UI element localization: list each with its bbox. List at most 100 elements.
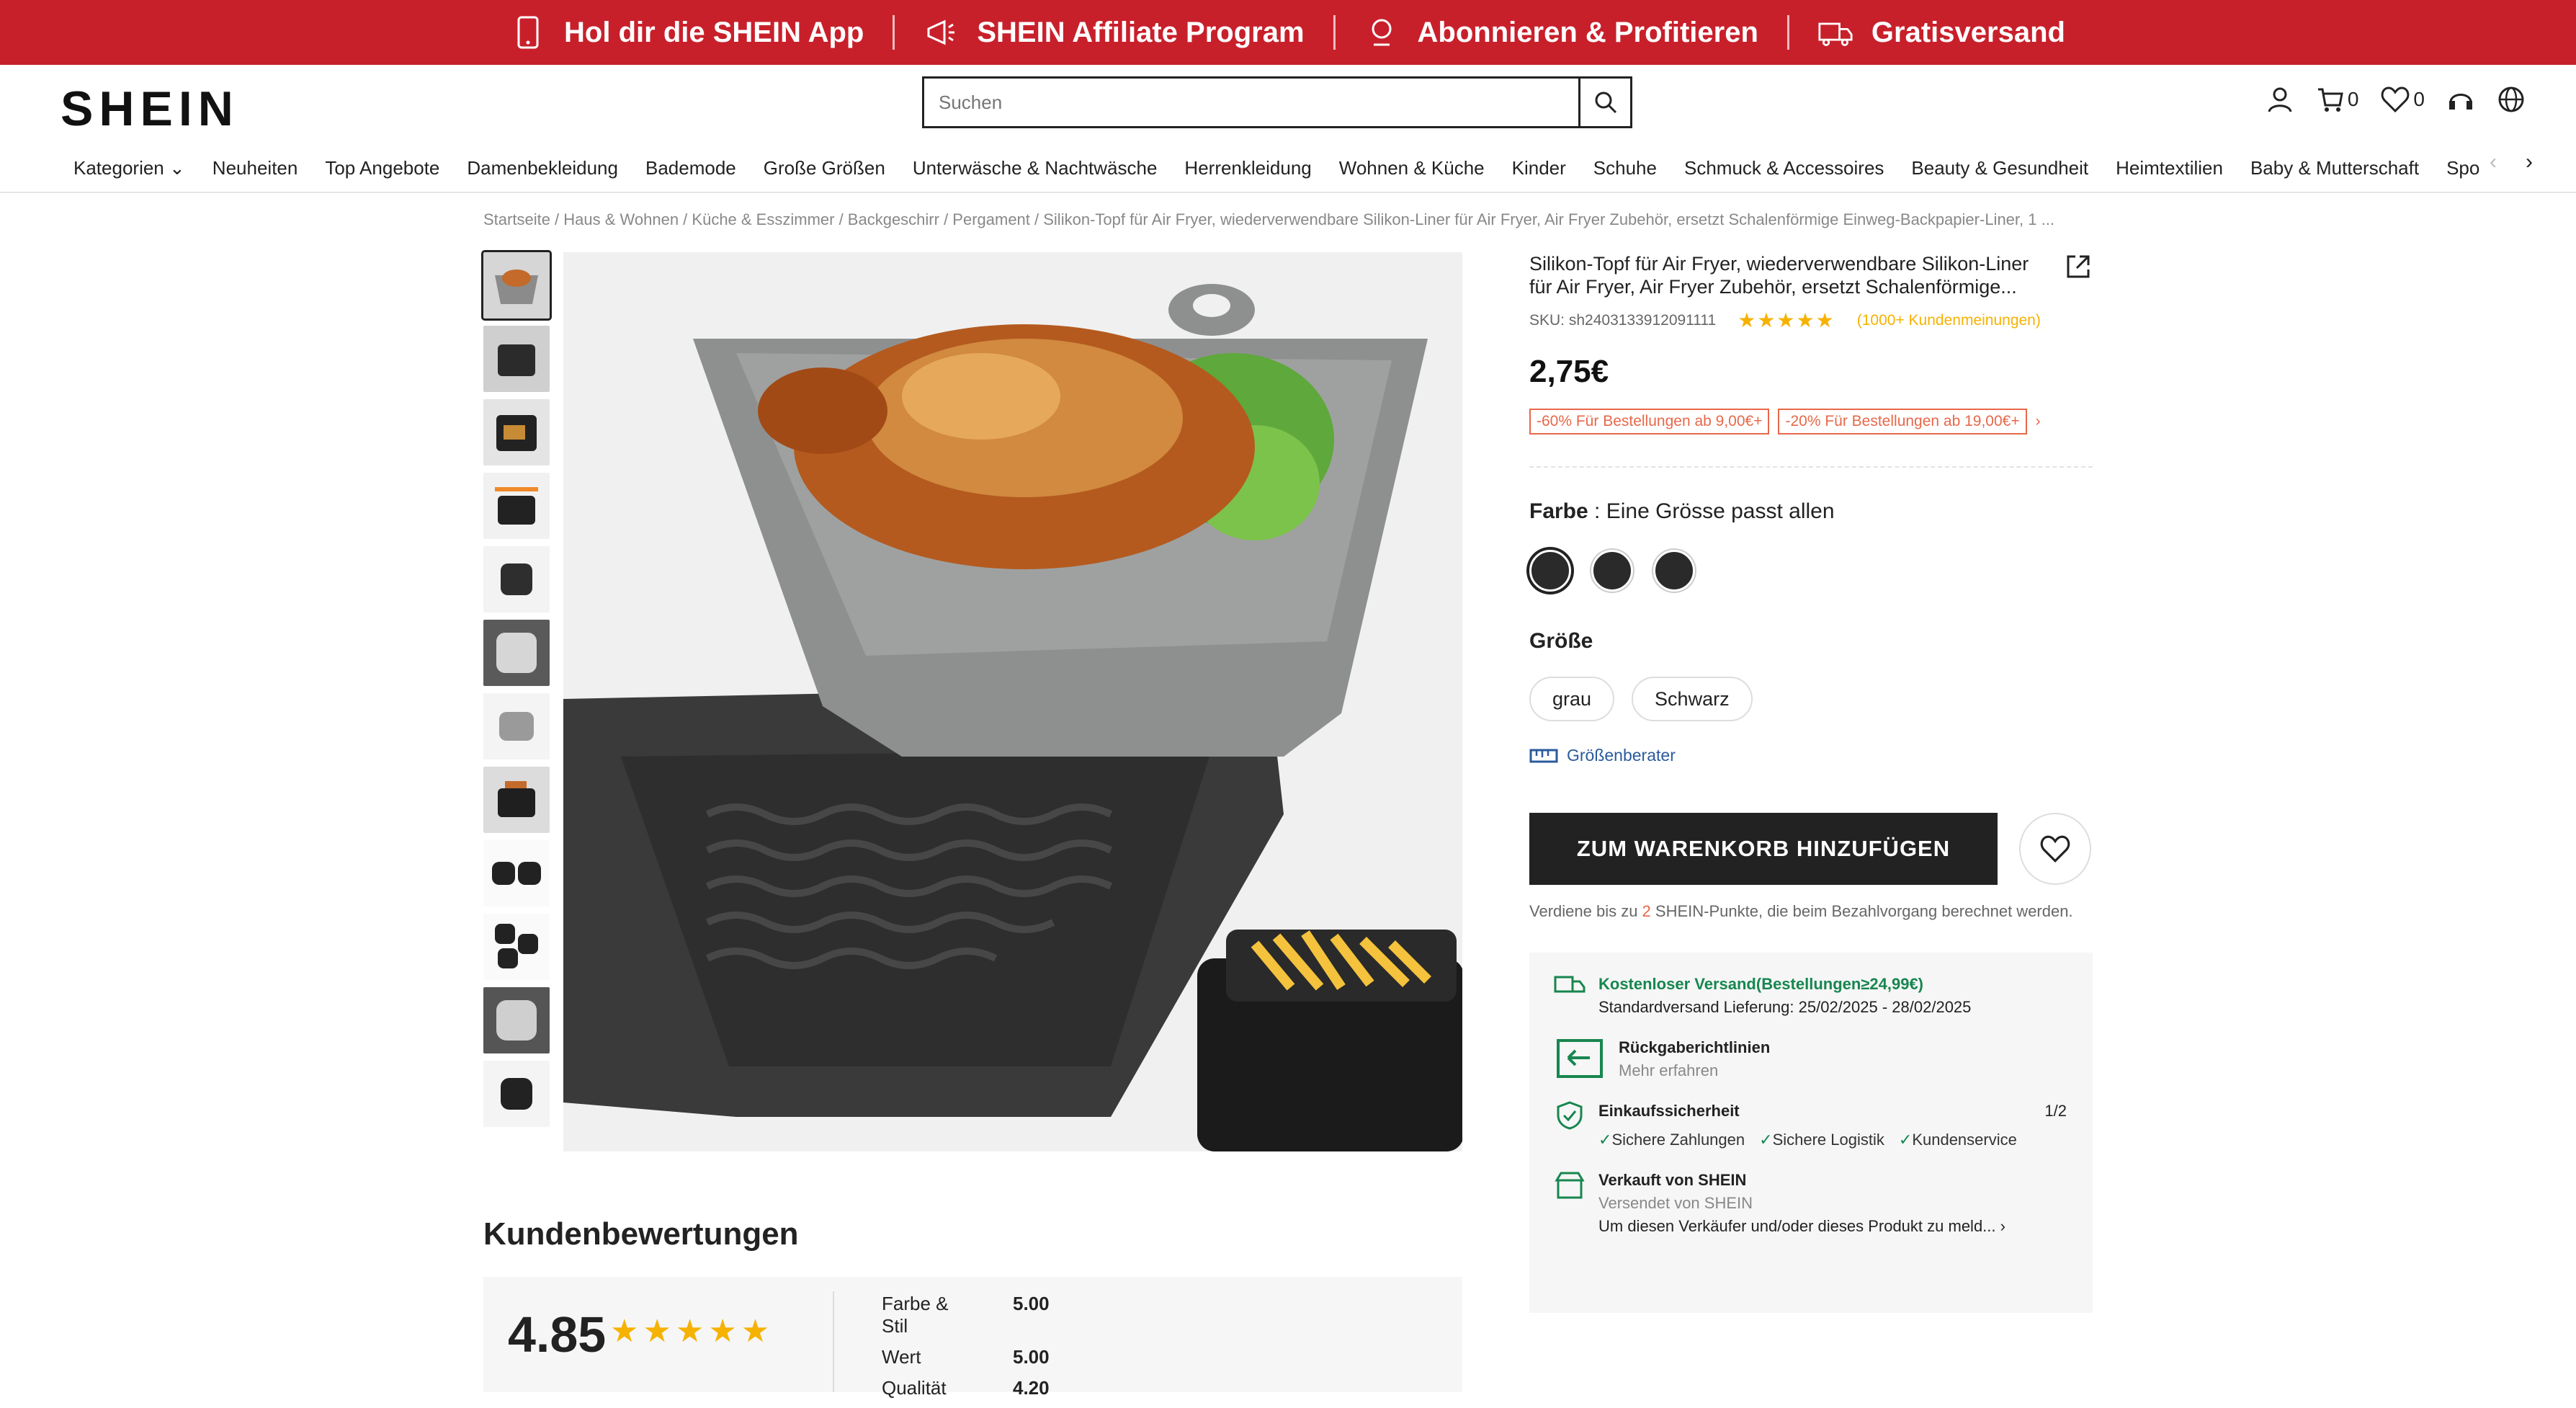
thumbnail[interactable] <box>483 473 550 539</box>
nav-item[interactable]: Heimtextilien <box>2116 157 2223 179</box>
reviews-link[interactable]: (1000+ Kundenmeinungen) <box>1857 312 2041 329</box>
nav-item[interactable]: Schuhe <box>1593 157 1657 179</box>
security-title: Einkaufssicherheit <box>1598 1102 1740 1120</box>
color-swatch[interactable] <box>1529 550 1571 592</box>
size-options: grau Schwarz <box>1529 677 2093 721</box>
promo-subscribe[interactable]: Abonnieren & Profitieren <box>1336 15 1787 50</box>
main-product-image[interactable] <box>563 252 1462 1151</box>
promo-app[interactable]: Hol dir die SHEIN App <box>482 15 893 50</box>
search-input[interactable] <box>924 79 1578 126</box>
store-icon <box>1555 1172 1585 1199</box>
thumbnail[interactable] <box>483 620 550 686</box>
category-nav: Kategorien ⌄ Neuheiten Top Angebote Dame… <box>73 150 2479 186</box>
thumbnail[interactable] <box>483 693 550 759</box>
check-label: Sichere Logistik <box>1772 1131 1884 1149</box>
seller-row: Verkauft von SHEIN Versendet von SHEIN U… <box>1554 1169 2068 1238</box>
breadcrumb[interactable]: Startseite / Haus & Wohnen / Küche & Ess… <box>483 210 2054 229</box>
nav-item[interactable]: Große Größen <box>764 157 885 179</box>
security-pager[interactable]: 1/2 <box>2044 1100 2067 1123</box>
nav-item[interactable]: Top Angebote <box>325 157 439 179</box>
report-label: Um diesen Verkäufer und/oder dieses Prod… <box>1598 1217 1996 1235</box>
thumbnail[interactable] <box>483 546 550 612</box>
phone-icon <box>511 15 545 50</box>
wishlist-button[interactable] <box>2019 813 2091 885</box>
search-button[interactable] <box>1578 79 1630 126</box>
support-icon[interactable] <box>2446 85 2475 114</box>
cart-icon <box>2317 88 2343 112</box>
nav-item[interactable]: Beauty & Gesundheit <box>1911 157 2088 179</box>
nav-item[interactable]: Damenbekleidung <box>467 157 618 179</box>
returns-sub[interactable]: Mehr erfahren <box>1619 1059 1770 1082</box>
promo-tags: -60% Für Bestellungen ab 9,00€+ -20% Für… <box>1529 409 2093 435</box>
promo-shipping-label: Gratisversand <box>1871 16 2065 48</box>
promo-tag[interactable]: -60% Für Bestellungen ab 9,00€+ <box>1529 409 1770 435</box>
add-to-cart-button[interactable]: ZUM WARENKORB HINZUFÜGEN <box>1529 813 1998 885</box>
shein-logo[interactable]: SHEIN <box>61 81 239 137</box>
thumbnail[interactable] <box>483 987 550 1053</box>
globe-icon[interactable] <box>2497 85 2526 114</box>
shipping-row[interactable]: Kostenloser Versand(Bestellungen≥24,99€)… <box>1554 973 2068 1019</box>
security-checks: ✓Sichere Zahlungen ✓Sichere Logistik ✓Ku… <box>1598 1128 2067 1151</box>
sku-text: SKU: sh2403133912091111 <box>1529 311 1717 329</box>
nav-item-categories[interactable]: Kategorien ⌄ <box>73 157 185 179</box>
return-icon <box>1557 1039 1603 1078</box>
thumbnail[interactable] <box>483 767 550 833</box>
promo-shipping[interactable]: Gratisversand <box>1789 15 2094 50</box>
color-swatch[interactable] <box>1591 550 1633 592</box>
nav-item[interactable]: Unterwäsche & Nachtwäsche <box>913 157 1158 179</box>
nav-item[interactable]: Wohnen & Küche <box>1339 157 1485 179</box>
promo-affiliate[interactable]: SHEIN Affiliate Program <box>895 15 1333 50</box>
returns-title: Rückgaberichtlinien <box>1619 1038 1771 1056</box>
points-info: Verdiene bis zu 2 SHEIN-Punkte, die beim… <box>1529 902 2093 921</box>
badge-icon <box>1364 15 1399 50</box>
color-title: Farbe <box>1529 499 1588 523</box>
thumbnail[interactable] <box>483 326 550 392</box>
nav-item[interactable]: Neuheiten <box>213 157 298 179</box>
nav-item[interactable]: Schmuck & Accessoires <box>1684 157 1884 179</box>
report-link[interactable]: Um diesen Verkäufer und/oder dieses Prod… <box>1598 1215 2005 1238</box>
rating-stars: ★★★★★ <box>610 1314 774 1349</box>
color-swatch[interactable] <box>1653 550 1695 592</box>
header-icons: 0 0 <box>2266 85 2526 114</box>
cart-link[interactable]: 0 <box>2316 85 2359 114</box>
search-bar <box>922 76 1632 128</box>
truck-icon <box>1818 15 1853 50</box>
thumbnail[interactable] <box>483 840 550 906</box>
color-label: Farbe : Eine Grösse passt allen <box>1529 499 2093 524</box>
color-swatches <box>1529 550 2093 592</box>
nav-item[interactable]: Baby & Mutterschaft <box>2250 157 2419 179</box>
check-item: ✓Sichere Zahlungen <box>1598 1128 1745 1151</box>
truck-icon <box>1554 976 1586 993</box>
size-guide-link[interactable]: Größenberater <box>1529 746 2093 765</box>
points-number: 2 <box>1642 902 1651 920</box>
thumbnail[interactable] <box>481 250 552 321</box>
shipping-title: Kostenloser Versand(Bestellungen≥24,99€) <box>1598 975 1924 993</box>
nav-item[interactable]: Sport & Ou <box>2446 157 2479 179</box>
promo-tag[interactable]: -20% Für Bestellungen ab 19,00€+ <box>1778 409 2027 435</box>
account-icon[interactable] <box>2266 85 2294 114</box>
metric-value: 5.00 <box>1013 1293 1050 1314</box>
nav-item[interactable]: Herrenkleidung <box>1184 157 1311 179</box>
nav-item[interactable]: Bademode <box>645 157 736 179</box>
metric-row: Qualität 4.20 <box>882 1377 1050 1399</box>
thumbnail[interactable] <box>483 1061 550 1127</box>
thumbnail[interactable] <box>483 914 550 980</box>
chevron-left-icon[interactable]: ‹ <box>2490 150 2497 174</box>
size-option[interactable]: Schwarz <box>1632 677 1753 721</box>
metric-name: Wert <box>882 1346 921 1368</box>
divider <box>833 1291 834 1392</box>
cart-count: 0 <box>2347 88 2359 110</box>
nav-label: Kategorien <box>73 156 164 179</box>
size-option[interactable]: grau <box>1529 677 1615 721</box>
seller-title: Verkauft von SHEIN <box>1598 1171 1747 1189</box>
wishlist-link[interactable]: 0 <box>2380 85 2425 114</box>
returns-row[interactable]: Rückgaberichtlinien Mehr erfahren <box>1554 1036 2068 1082</box>
chevron-right-icon[interactable]: › <box>2036 413 2041 430</box>
price: 2,75€ <box>1529 354 1609 389</box>
share-icon[interactable] <box>2064 252 2093 285</box>
chevron-right-icon[interactable]: › <box>2526 150 2533 174</box>
thumbnail[interactable] <box>483 399 550 465</box>
metric-name: Farbe & Stil <box>882 1293 949 1337</box>
check-icon: ✓ <box>1898 1131 1913 1149</box>
nav-item[interactable]: Kinder <box>1512 157 1566 179</box>
